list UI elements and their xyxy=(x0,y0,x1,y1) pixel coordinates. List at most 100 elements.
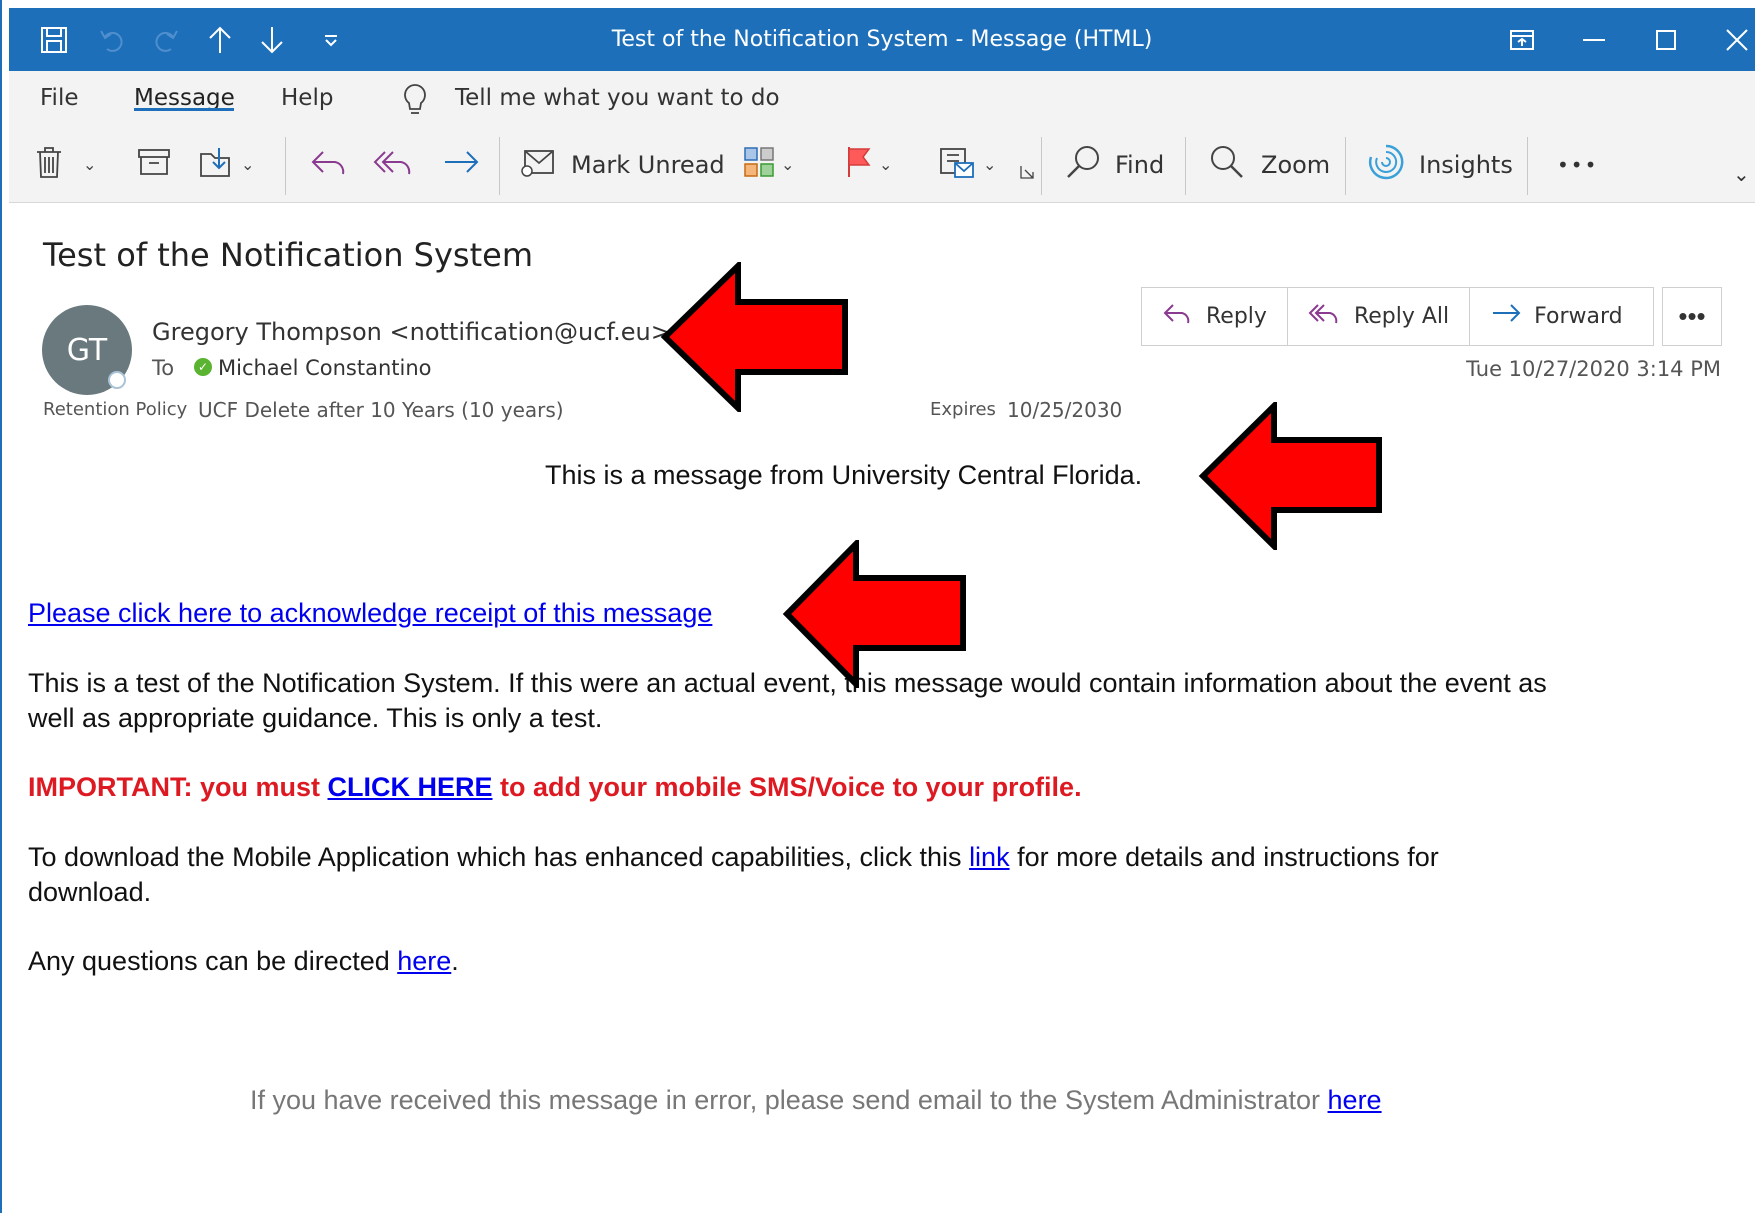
available-status-icon: ✓ xyxy=(194,358,212,376)
message-subject: Test of the Notification System xyxy=(43,236,533,274)
chevron-down-icon[interactable]: ⌄ xyxy=(241,155,254,174)
close-icon[interactable] xyxy=(1707,8,1755,71)
envelope-icon xyxy=(521,147,557,183)
find-button[interactable]: Find xyxy=(1065,127,1164,202)
download-paragraph-line-2: download. xyxy=(28,877,152,907)
more-commands-button[interactable]: ••• xyxy=(1557,127,1598,202)
undo-icon[interactable] xyxy=(97,8,127,71)
retention-policy-value: UCF Delete after 10 Years (10 years) xyxy=(198,398,564,422)
dialog-launcher-icon[interactable] xyxy=(1019,157,1035,187)
ribbon: ⌄ ⌄ Mark Unread ⌄ ⌄ ⌄ Find Zoom Insights… xyxy=(9,127,1755,203)
archive-icon xyxy=(137,147,171,183)
maximize-icon[interactable] xyxy=(1636,8,1696,71)
reply-all-icon xyxy=(373,146,415,184)
ribbon-separator xyxy=(1185,137,1186,195)
chevron-down-icon[interactable]: ⌄ xyxy=(781,155,794,174)
acknowledge-receipt-link[interactable]: Please click here to acknowledge receipt… xyxy=(28,598,712,628)
archive-button[interactable] xyxy=(137,127,171,202)
menu-bar: File Message Help Tell me what you want … xyxy=(9,71,1755,127)
important-notice: IMPORTANT: you must CLICK HERE to add yo… xyxy=(28,772,1082,803)
redo-icon[interactable] xyxy=(151,8,181,71)
reply-all-icon xyxy=(1308,301,1354,333)
reply-icon xyxy=(1162,301,1206,333)
restore-ribbon-icon[interactable] xyxy=(1492,8,1552,71)
reply-all-button[interactable]: Reply All xyxy=(1288,288,1471,345)
save-icon[interactable] xyxy=(39,8,69,71)
questions-prefix: Any questions can be directed xyxy=(28,946,398,976)
next-item-icon[interactable] xyxy=(257,8,287,71)
envelope-options-icon xyxy=(939,145,977,185)
menu-file[interactable]: File xyxy=(40,85,79,111)
intro-line: This is a message from University Centra… xyxy=(545,460,1143,490)
click-here-link[interactable]: CLICK HERE xyxy=(328,772,493,802)
download-link[interactable]: link xyxy=(969,842,1010,872)
footer-here-link[interactable]: here xyxy=(1328,1085,1382,1115)
move-button[interactable]: ⌄ xyxy=(199,127,254,202)
avatar-initials: GT xyxy=(66,332,108,368)
forward-label: Forward xyxy=(1534,304,1623,329)
important-prefix: IMPORTANT: you must xyxy=(28,772,328,802)
zoom-icon xyxy=(1209,144,1245,186)
message-actions: Reply Reply All Forward xyxy=(1141,287,1654,346)
questions-here-link[interactable]: here xyxy=(397,946,451,976)
ribbon-separator xyxy=(285,137,286,195)
mark-unread-label: Mark Unread xyxy=(571,150,725,179)
download-suffix: for more details and instructions for xyxy=(1009,842,1439,872)
sender-address[interactable]: Gregory Thompson <nottification@ucf.eu> xyxy=(152,318,671,346)
expires-label: Expires xyxy=(930,399,996,420)
zoom-label: Zoom xyxy=(1261,150,1331,179)
recipient-name[interactable]: Michael Constantino xyxy=(218,356,432,380)
insights-button[interactable]: Insights xyxy=(1367,127,1513,202)
insights-label: Insights xyxy=(1419,150,1513,179)
flag-icon xyxy=(845,145,873,185)
ribbon-separator xyxy=(1345,137,1346,195)
received-timestamp: Tue 10/27/2020 3:14 PM xyxy=(1466,357,1721,381)
important-suffix: to add your mobile SMS/Voice to your pro… xyxy=(492,772,1082,802)
insights-icon xyxy=(1367,143,1405,187)
ribbon-separator xyxy=(499,137,500,195)
tell-me-search[interactable]: Tell me what you want to do xyxy=(455,85,780,111)
customize-qat-icon[interactable] xyxy=(321,8,341,71)
categorize-button[interactable]: ⌄ xyxy=(743,127,794,202)
ribbon-separator xyxy=(1527,137,1528,195)
download-prefix: To download the Mobile Application which… xyxy=(28,842,970,872)
red-arrow-annotation xyxy=(1198,402,1382,550)
expires-value: 10/25/2030 xyxy=(1007,398,1123,422)
chevron-down-icon[interactable]: ⌄ xyxy=(879,155,892,174)
forward-ribbon-button[interactable] xyxy=(441,127,481,202)
minimize-icon[interactable] xyxy=(1564,8,1624,71)
expand-ribbon-chevron-icon[interactable]: ⌄ xyxy=(1733,149,1750,199)
reply-all-label: Reply All xyxy=(1353,304,1450,329)
to-label: To xyxy=(152,356,175,380)
presence-status-icon xyxy=(108,371,126,389)
ribbon-separator xyxy=(1041,137,1042,195)
reply-icon xyxy=(309,146,349,184)
questions-line: Any questions can be directed here. xyxy=(28,946,459,977)
zoom-button[interactable]: Zoom xyxy=(1209,127,1330,202)
forward-button[interactable]: Forward xyxy=(1470,288,1652,345)
trash-icon xyxy=(35,145,63,185)
reply-ribbon-button[interactable] xyxy=(309,127,349,202)
mark-unread-button[interactable]: Mark Unread xyxy=(521,127,725,202)
forward-icon xyxy=(1490,301,1534,333)
chevron-down-icon[interactable]: ⌄ xyxy=(83,155,96,174)
delete-button[interactable]: ⌄ xyxy=(35,127,96,202)
footer-prefix: If you have received this message in err… xyxy=(250,1085,1328,1115)
search-icon xyxy=(1065,144,1101,186)
questions-suffix: . xyxy=(451,946,459,976)
retention-policy-label: Retention Policy xyxy=(43,399,188,420)
chevron-down-icon[interactable]: ⌄ xyxy=(983,155,996,174)
view-options-button[interactable]: ⌄ xyxy=(939,127,996,202)
previous-item-icon[interactable] xyxy=(205,8,235,71)
more-actions-button[interactable]: ••• xyxy=(1662,287,1722,346)
footer-line: If you have received this message in err… xyxy=(250,1085,1382,1116)
find-label: Find xyxy=(1115,150,1165,179)
reply-button[interactable]: Reply xyxy=(1142,288,1288,345)
lightbulb-icon xyxy=(402,83,428,122)
menu-help[interactable]: Help xyxy=(281,85,333,111)
reply-all-ribbon-button[interactable] xyxy=(373,127,415,202)
acknowledge-link-line: Please click here to acknowledge receipt… xyxy=(28,598,712,629)
test-paragraph-line-2: well as appropriate guidance. This is on… xyxy=(28,703,603,733)
follow-up-button[interactable]: ⌄ xyxy=(845,127,892,202)
categorize-icon xyxy=(743,146,775,184)
